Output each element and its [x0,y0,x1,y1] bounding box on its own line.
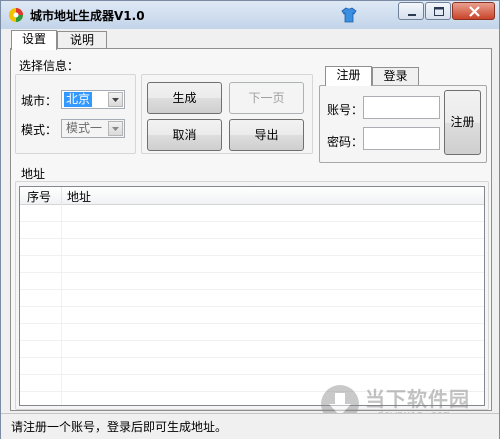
maximize-icon [434,7,444,16]
grid-line [20,289,484,290]
grid-line [20,323,484,324]
grid-line [20,340,484,341]
grid-line [20,357,484,358]
tab-login[interactable]: 登录 [372,67,419,85]
city-select[interactable]: 北京 [61,90,125,109]
app-window: 城市地址生成器V1.0 设置 说明 选择信息： 城市： 北京 模式： 模式一 生… [0,0,500,439]
list-header: 序号 地址 [20,187,484,205]
city-mode-group [15,74,136,154]
grid-line [20,255,484,256]
next-page-button[interactable]: 下一页 [229,82,304,114]
tab-help[interactable]: 说明 [57,31,107,49]
password-label: 密码： [327,135,364,149]
chevron-down-icon[interactable] [108,92,123,107]
column-divider[interactable] [61,187,62,204]
address-list[interactable]: 序号 地址 [19,186,485,406]
grid-line [20,374,484,375]
window-title: 城市地址生成器V1.0 [30,9,145,23]
skin-shirt-icon[interactable] [341,7,357,23]
grid-line [20,272,484,273]
minimize-icon [408,14,416,16]
grid-line [20,238,484,239]
username-label: 账号： [327,103,364,117]
minimize-button[interactable] [398,2,424,20]
mode-value: 模式一 [66,121,103,135]
mode-select[interactable]: 模式一 [61,119,125,138]
tab-settings[interactable]: 设置 [11,30,57,50]
select-info-label: 选择信息： [19,59,80,73]
column-address[interactable]: 地址 [67,188,91,205]
close-button[interactable] [452,2,495,20]
app-logo-icon [9,8,23,22]
status-text: 请注册一个账号，登录后即可生成地址。 [11,420,228,434]
password-input[interactable] [363,127,440,150]
grid-line [20,306,484,307]
grid-line [20,221,484,222]
tab-register[interactable]: 注册 [325,66,372,86]
city-label: 城市： [21,94,58,108]
maximize-button[interactable] [425,2,451,20]
generate-button[interactable]: 生成 [147,82,222,114]
username-input[interactable] [363,96,440,119]
mode-label: 模式： [21,123,58,137]
address-label: 地址 [21,167,46,181]
title-bar[interactable]: 城市地址生成器V1.0 [1,1,499,29]
column-index[interactable]: 序号 [27,188,51,205]
export-button[interactable]: 导出 [229,119,304,151]
cancel-button[interactable]: 取消 [147,119,222,151]
city-value: 北京 [64,92,93,107]
register-button[interactable]: 注册 [444,90,481,155]
chevron-down-icon[interactable] [108,121,123,136]
close-icon [469,6,480,17]
status-bar: 请注册一个账号，登录后即可生成地址。 [1,413,499,439]
